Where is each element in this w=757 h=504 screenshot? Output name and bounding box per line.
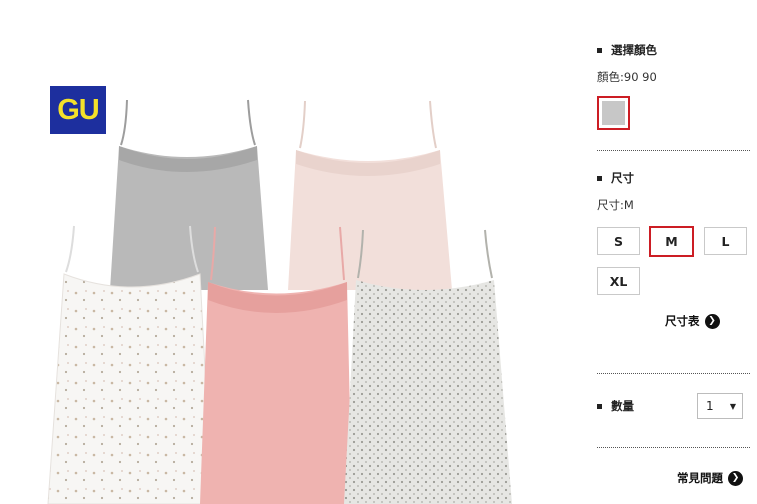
product-photo — [47, 99, 512, 504]
divider — [597, 150, 750, 151]
divider — [597, 373, 750, 374]
quantity-select[interactable]: 1 ▼ — [697, 393, 743, 419]
caret-down-icon: ▼ — [729, 401, 736, 411]
size-chart-link[interactable]: 尺寸表 ❯ — [665, 313, 720, 329]
selected-color-label: 顏色:90 90 — [597, 70, 657, 84]
size-section-title-text: 尺寸 — [611, 171, 634, 185]
quantity-label-text: 數量 — [611, 399, 634, 413]
faq-link-text: 常見問題 — [677, 471, 723, 485]
size-section-title: 尺寸 — [597, 170, 634, 186]
chevron-right-icon: ❯ — [704, 313, 720, 329]
size-chart-link-text: 尺寸表 — [665, 314, 700, 328]
grey-camisole — [110, 99, 268, 290]
selected-size-label: 尺寸:M — [597, 198, 634, 212]
size-option-m[interactable]: M — [649, 226, 694, 257]
color-section-title-text: 選擇顏色 — [611, 43, 657, 57]
quantity-label: 數量 — [597, 398, 634, 414]
product-image-area: GU — [0, 0, 560, 504]
color-section-title: 選擇顏色 — [597, 42, 657, 58]
chevron-right-icon: ❯ — [728, 470, 743, 486]
color-swatch-selected[interactable] — [597, 96, 630, 130]
gu-logo: GU — [50, 86, 106, 134]
bullet-icon — [597, 403, 602, 409]
logo-text: GU — [57, 93, 99, 126]
size-option-l[interactable]: L — [704, 227, 747, 255]
bullet-icon — [597, 47, 602, 53]
size-option-xl[interactable]: XL — [597, 267, 640, 295]
beige-camisole — [288, 100, 452, 290]
faq-link[interactable]: 常見問題 ❯ — [677, 470, 743, 486]
product-options-panel: 選擇顏色 顏色:90 90 尺寸 尺寸:M S M L XL 尺寸表 ❯ 數量 … — [597, 0, 750, 504]
size-option-s[interactable]: S — [597, 227, 640, 255]
color-swatch-grey — [602, 101, 625, 125]
divider — [597, 447, 750, 448]
quantity-value: 1 — [706, 399, 714, 413]
bullet-icon — [597, 175, 602, 181]
